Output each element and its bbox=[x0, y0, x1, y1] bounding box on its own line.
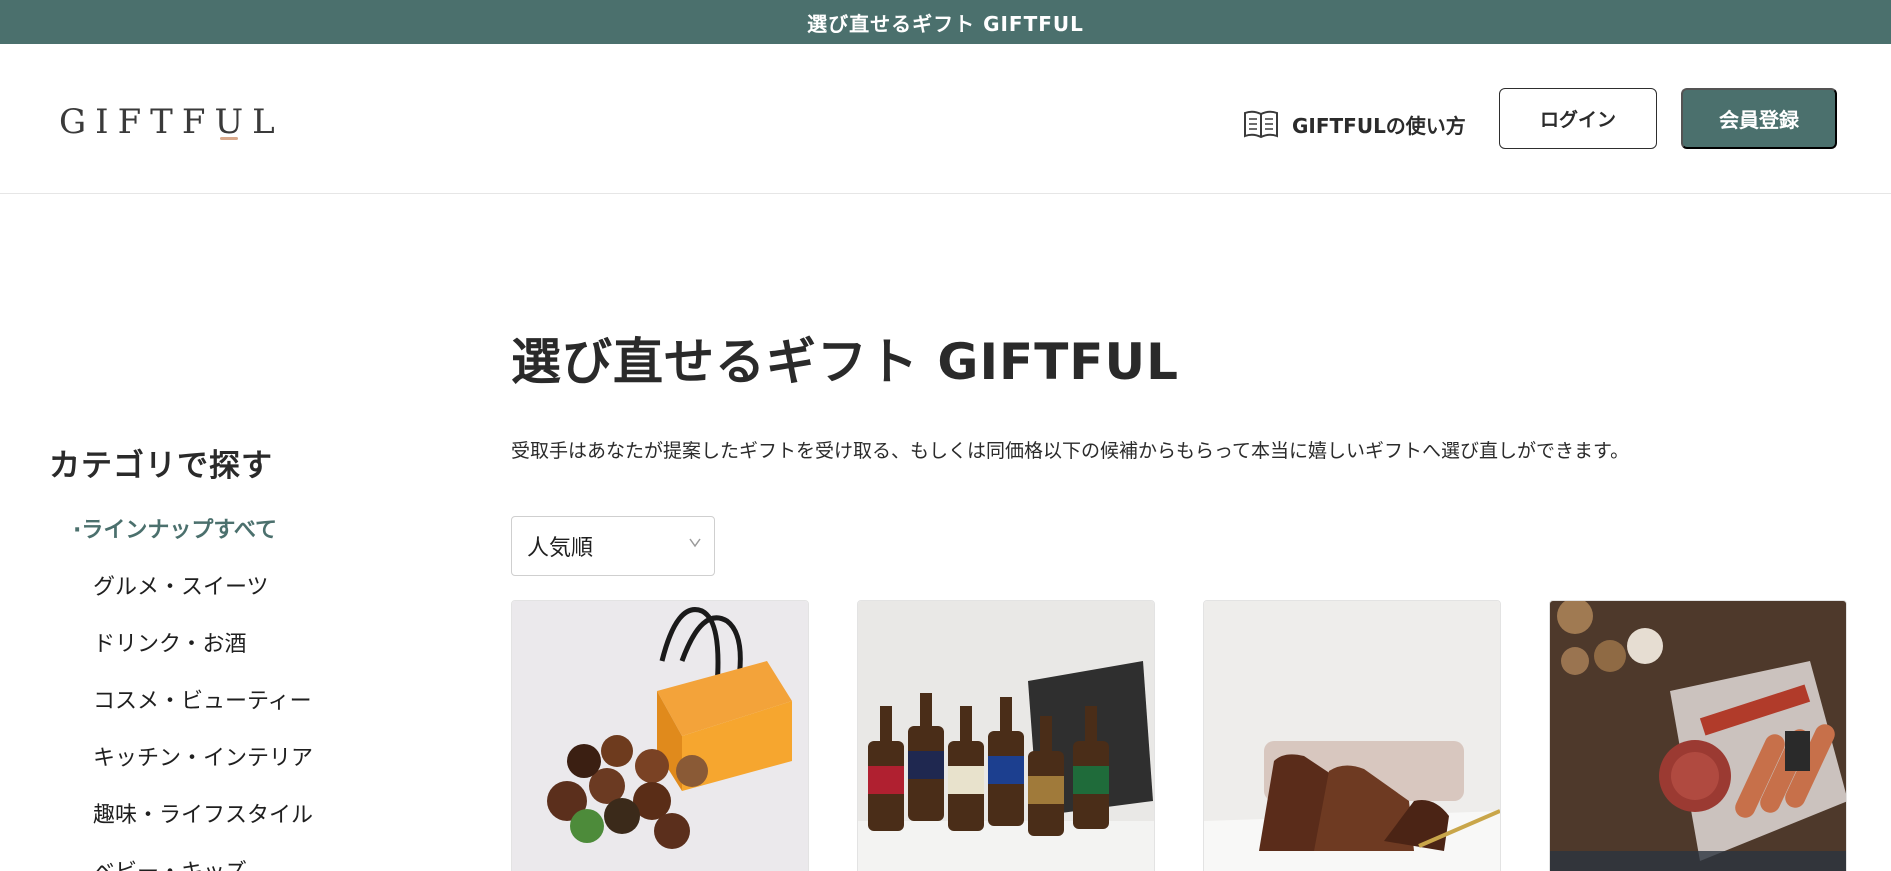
page-title: 選び直せるギフト GIFTFUL bbox=[511, 333, 1179, 391]
howto-link[interactable]: GIFTFULの使い方 bbox=[1242, 104, 1466, 144]
logo-text-gift: GIFTF bbox=[59, 102, 215, 142]
announcement-text: 選び直せるギフト GIFTFUL bbox=[807, 11, 1084, 36]
logo-letter-l: L bbox=[252, 102, 284, 142]
category-item-all[interactable]: ·ラインナップすべて bbox=[73, 512, 277, 544]
product-card[interactable] bbox=[511, 600, 809, 871]
product-grid bbox=[511, 600, 1851, 871]
category-item-gourmet[interactable]: グルメ・スイーツ bbox=[93, 569, 269, 601]
category-item-kitchen[interactable]: キッチン・インテリア bbox=[93, 740, 313, 772]
howto-label: GIFTFULの使い方 bbox=[1292, 113, 1466, 138]
product-card[interactable] bbox=[1203, 600, 1501, 871]
register-button[interactable]: 会員登録 bbox=[1681, 88, 1837, 149]
sidebar-title: カテゴリで探す bbox=[49, 448, 273, 484]
logo-letter-u: U bbox=[214, 102, 253, 142]
site-logo[interactable]: GIFTF U L bbox=[59, 102, 284, 142]
announcement-bar: 選び直せるギフト GIFTFUL bbox=[0, 0, 1891, 44]
chevron-down-icon bbox=[689, 538, 701, 548]
category-item-drink[interactable]: ドリンク・お酒 bbox=[93, 626, 247, 658]
product-image-beer bbox=[858, 601, 1154, 871]
product-image-canele bbox=[512, 601, 808, 871]
product-image-cake bbox=[1204, 601, 1500, 871]
site-header: GIFTF U L GIFTFULの使い方 ログイン 会員登録 bbox=[0, 44, 1891, 194]
book-icon bbox=[1242, 108, 1280, 140]
product-card[interactable] bbox=[1549, 600, 1847, 871]
login-button[interactable]: ログイン bbox=[1499, 88, 1657, 149]
page-description: 受取手はあなたが提案したギフトを受け取る、もしくは同価格以下の候補からもらって本… bbox=[511, 440, 1630, 462]
category-item-baby[interactable]: ベビー・キッズ bbox=[93, 854, 247, 871]
product-card[interactable] bbox=[857, 600, 1155, 871]
sort-selected-value: 人気順 bbox=[527, 536, 594, 561]
product-image-meat bbox=[1550, 601, 1846, 871]
category-item-hobby[interactable]: 趣味・ライフスタイル bbox=[93, 797, 313, 829]
category-item-cosme[interactable]: コスメ・ビューティー bbox=[93, 683, 312, 715]
sort-select[interactable]: 人気順 bbox=[511, 516, 715, 576]
